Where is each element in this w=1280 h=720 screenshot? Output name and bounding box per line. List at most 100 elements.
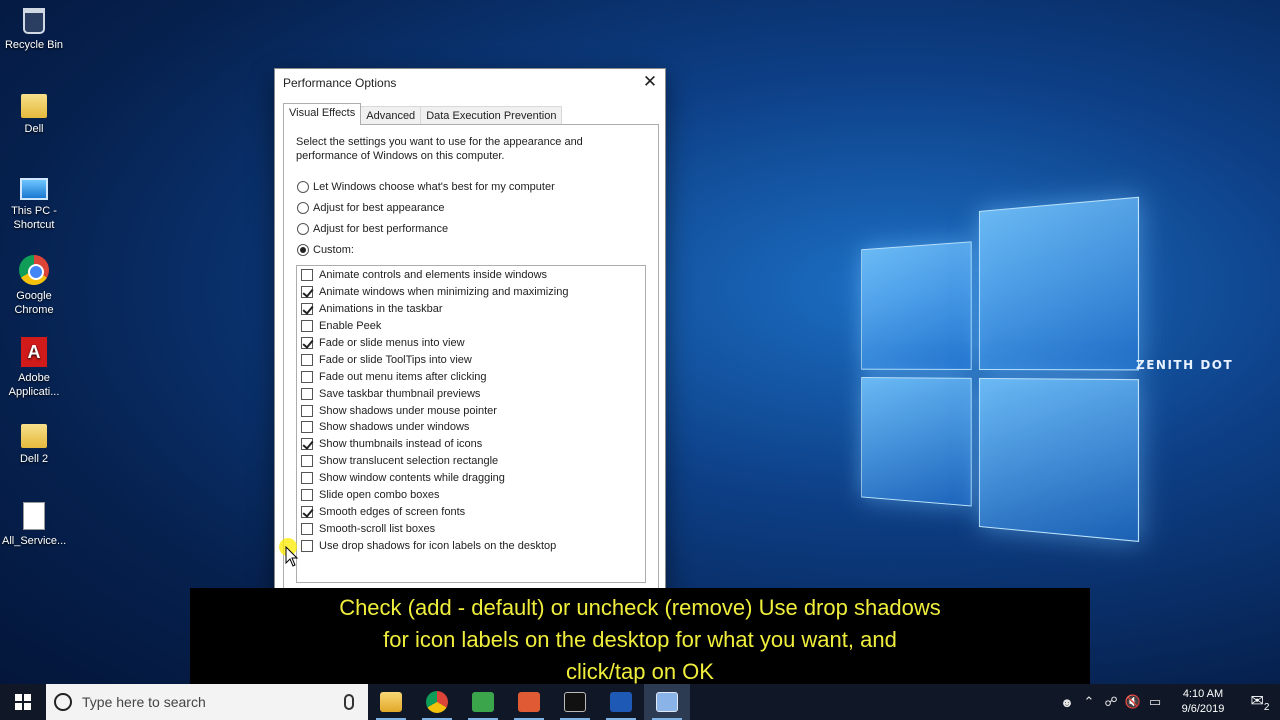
this-pc-icon <box>20 178 48 200</box>
list-item[interactable]: Fade out menu items after clicking <box>297 368 645 385</box>
taskbar-screen-recorder[interactable] <box>506 684 552 720</box>
checkbox[interactable] <box>301 370 313 383</box>
list-item[interactable]: Save taskbar thumbnail previews <box>297 385 645 402</box>
checkbox[interactable] <box>301 505 313 518</box>
checkbox[interactable] <box>301 438 313 451</box>
tab-data-execution-prevention[interactable]: Data Execution Prevention <box>420 106 563 125</box>
microphone-icon[interactable] <box>344 694 354 710</box>
taskbar-powershell[interactable] <box>598 684 644 720</box>
list-item[interactable]: Slide open combo boxes <box>297 487 645 504</box>
taskbar-file-explorer[interactable] <box>368 684 414 720</box>
checkbox[interactable] <box>301 522 313 535</box>
radio-label: Custom: <box>313 244 354 256</box>
visual-effects-list[interactable]: Animate controls and elements inside win… <box>296 265 646 583</box>
action-center-button[interactable]: ✉2 <box>1240 691 1280 713</box>
list-item[interactable]: Show translucent selection rectangle <box>297 453 645 470</box>
checkbox[interactable] <box>301 455 313 468</box>
cortana-icon <box>54 693 72 711</box>
mouse-pointer-icon <box>285 546 299 567</box>
list-item[interactable]: Show window contents while dragging <box>297 470 645 487</box>
list-item[interactable]: Enable Peek <box>297 318 645 335</box>
desktop-icon-all-service[interactable]: All_Service... <box>2 502 66 548</box>
radio-custom[interactable]: Custom: <box>297 244 354 256</box>
desktop-icon-chrome[interactable]: Google Chrome <box>2 255 66 317</box>
notification-count: 2 <box>1263 702 1270 714</box>
chevron-up-icon[interactable]: ⌃ <box>1078 694 1100 710</box>
list-item[interactable]: Smooth-scroll list boxes <box>297 520 645 537</box>
checkbox[interactable] <box>301 539 313 552</box>
notification-icon: ✉ <box>1250 692 1264 710</box>
desktop-icon-dell-2[interactable]: Dell 2 <box>2 420 66 466</box>
radio-best-appearance[interactable]: Adjust for best appearance <box>297 202 444 214</box>
list-item[interactable]: Animations in the taskbar <box>297 301 645 318</box>
list-item[interactable]: Animate windows when minimizing and maxi… <box>297 284 645 301</box>
taskbar-performance-options[interactable] <box>644 684 690 720</box>
clock[interactable]: 4:10 AM 9/6/2019 <box>1172 687 1234 717</box>
close-icon: ✕ <box>642 72 658 91</box>
checkbox[interactable] <box>301 404 313 417</box>
radio-button[interactable] <box>297 181 309 193</box>
radio-button[interactable] <box>297 202 309 214</box>
list-item[interactable]: Show shadows under mouse pointer <box>297 402 645 419</box>
volume-muted-icon[interactable]: 🔇 <box>1122 694 1144 710</box>
list-item[interactable]: Use drop shadows for icon labels on the … <box>297 537 645 554</box>
radio-label: Adjust for best appearance <box>313 202 445 214</box>
list-item[interactable]: Animate controls and elements inside win… <box>297 267 645 284</box>
option-label: Show window contents while dragging <box>319 472 505 485</box>
desktop-icon-this-pc[interactable]: This PC - Shortcut <box>2 172 66 232</box>
list-item[interactable]: Fade or slide menus into view <box>297 335 645 352</box>
radio-let-windows-choose[interactable]: Let Windows choose what's best for my co… <box>297 181 555 193</box>
list-item[interactable]: Fade or slide ToolTips into view <box>297 351 645 368</box>
camtasia-icon <box>472 692 494 712</box>
close-button[interactable]: ✕ <box>635 69 665 97</box>
start-button[interactable] <box>0 684 46 720</box>
desktop-icon-adobe[interactable]: A Adobe Applicati... <box>2 337 66 399</box>
desktop-icon-recycle-bin[interactable]: Recycle Bin <box>2 8 66 52</box>
checkbox[interactable] <box>301 421 313 434</box>
radio-button[interactable] <box>297 223 309 235</box>
checkbox[interactable] <box>301 472 313 485</box>
desktop-icon-label: All_Service... <box>2 535 67 547</box>
checkbox[interactable] <box>301 489 313 502</box>
chrome-icon <box>426 691 448 713</box>
search-input[interactable]: Type here to search <box>82 694 344 710</box>
tab-visual-effects[interactable]: Visual Effects <box>283 103 362 125</box>
clock-date: 9/6/2019 <box>1181 703 1225 715</box>
caption-line: Check (add - default) or uncheck (remove… <box>339 595 941 620</box>
option-label: Fade or slide menus into view <box>319 337 465 349</box>
checkbox[interactable] <box>301 337 313 349</box>
checkbox[interactable] <box>301 353 313 366</box>
document-icon <box>23 502 45 530</box>
recycle-bin-icon <box>23 8 45 34</box>
radio-best-performance[interactable]: Adjust for best performance <box>297 223 448 235</box>
checkbox[interactable] <box>301 387 313 400</box>
radio-button[interactable] <box>297 244 309 256</box>
folder-icon <box>21 424 47 448</box>
adobe-icon: A <box>21 337 47 367</box>
battery-icon[interactable]: ▭ <box>1144 694 1166 710</box>
network-icon[interactable]: ☍ <box>1100 694 1122 710</box>
taskbar-search-box[interactable]: Type here to search <box>46 684 368 720</box>
option-label: Fade or slide ToolTips into view <box>319 353 472 366</box>
taskbar-command-prompt[interactable] <box>552 684 598 720</box>
taskbar-chrome[interactable] <box>414 684 460 720</box>
checkbox[interactable] <box>301 269 313 282</box>
checkbox[interactable] <box>301 286 313 299</box>
option-label: Smooth-scroll list boxes <box>319 522 436 535</box>
desktop-icon-label: Google Chrome <box>14 290 54 316</box>
option-label: Save taskbar thumbnail previews <box>319 387 481 400</box>
taskbar-camtasia[interactable] <box>460 684 506 720</box>
people-icon[interactable]: ☻ <box>1056 695 1078 710</box>
checkbox[interactable] <box>301 303 313 316</box>
clock-time: 4:10 AM <box>1182 688 1224 700</box>
option-label: Animate controls and elements inside win… <box>319 269 548 282</box>
checkbox[interactable] <box>301 320 313 333</box>
powershell-icon <box>610 692 632 712</box>
list-item[interactable]: Smooth edges of screen fonts <box>297 503 645 520</box>
tab-advanced[interactable]: Advanced <box>360 106 422 125</box>
desktop-icon-label: Recycle Bin <box>4 39 64 51</box>
list-item[interactable]: Show shadows under windows <box>297 419 645 436</box>
list-item[interactable]: Show thumbnails instead of icons <box>297 436 645 453</box>
option-label: Show thumbnails instead of icons <box>319 438 483 451</box>
desktop-icon-dell[interactable]: Dell <box>2 90 66 136</box>
